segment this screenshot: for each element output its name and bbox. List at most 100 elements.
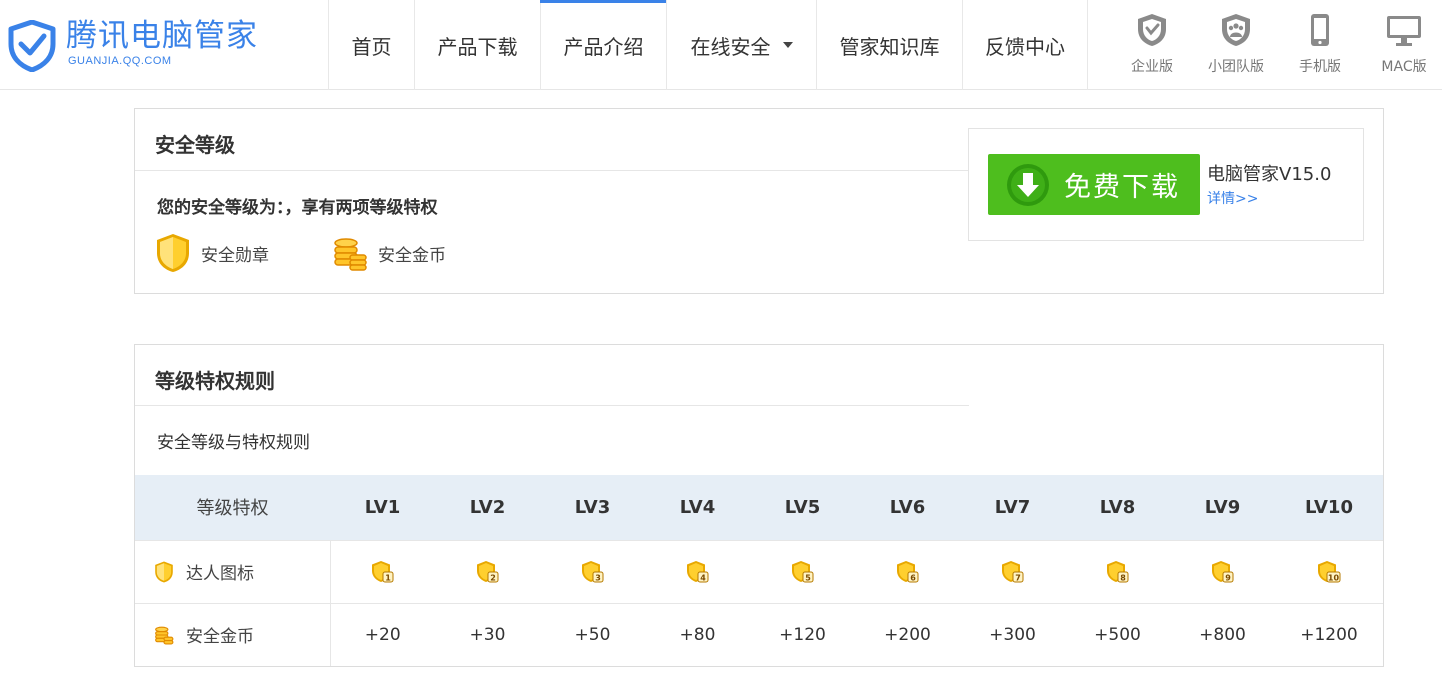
header-level: LV5 bbox=[784, 496, 821, 518]
edition-mac-label: MAC版 bbox=[1381, 59, 1427, 75]
perk-medal-label: 安全勋章 bbox=[201, 245, 269, 266]
badge-row: 达人图标 1 2 3 4 5 6 7 8 9 10 bbox=[135, 540, 1383, 603]
monitor-icon bbox=[1387, 16, 1421, 46]
coins-icon bbox=[155, 626, 174, 645]
coin-value-cell: +50 bbox=[574, 624, 611, 645]
level-badge-icon: 8 bbox=[1106, 560, 1128, 582]
level-badge-icon: 5 bbox=[791, 560, 813, 582]
nav-online-security-label: 在线安全 bbox=[690, 34, 771, 59]
level-badge-cell: 5 bbox=[750, 540, 855, 603]
medal-icon bbox=[155, 561, 173, 582]
level-badge-cell: 3 bbox=[540, 540, 645, 603]
coin-value-cell: +800 bbox=[1199, 624, 1246, 645]
edition-team[interactable]: 小团队版 bbox=[1194, 12, 1278, 76]
nav-download[interactable]: 产品下载 bbox=[414, 0, 540, 90]
header-level: LV7 bbox=[994, 496, 1031, 518]
level-badge-icon: 3 bbox=[581, 560, 603, 582]
nav-home[interactable]: 首页 bbox=[328, 0, 414, 90]
coin-value-cell: +500 bbox=[1094, 624, 1141, 645]
header-privilege: 等级特权 bbox=[196, 498, 269, 520]
level-badge-icon: 9 bbox=[1211, 560, 1233, 582]
logo-subtitle: GUANJIA.QQ.COM bbox=[68, 55, 172, 67]
medal-icon bbox=[157, 234, 189, 272]
level-badge-number: 6 bbox=[910, 573, 916, 582]
security-level-panel: 安全等级 您的安全等级为：，享有两项等级特权 安全勋章 安全金币 免费下载 电脑… bbox=[134, 108, 1384, 294]
nav-product-intro[interactable]: 产品介绍 bbox=[540, 0, 666, 90]
nav-download-label: 产品下载 bbox=[437, 34, 518, 59]
edition-team-label: 小团队版 bbox=[1208, 59, 1264, 75]
phone-icon bbox=[1311, 14, 1329, 46]
edition-mobile-label: 手机版 bbox=[1299, 59, 1341, 75]
nav-online-security[interactable]: 在线安全 bbox=[666, 0, 816, 90]
level-badge-number: 2 bbox=[490, 573, 496, 582]
coin-value-cell: +300 bbox=[989, 624, 1036, 645]
download-box: 免费下载 电脑管家V15.0 详情>> bbox=[968, 128, 1364, 241]
edition-mobile[interactable]: 手机版 bbox=[1278, 12, 1362, 76]
coin-value-cell: +80 bbox=[679, 624, 716, 645]
free-download-label: 免费下载 bbox=[1064, 172, 1180, 203]
table-header-row: 等级特权 LV1 LV2 LV3 LV4 LV5 LV6 LV7 LV8 LV9… bbox=[135, 475, 1383, 540]
level-badge-icon: 6 bbox=[896, 560, 918, 582]
nav-feedback-label: 反馈中心 bbox=[985, 34, 1065, 59]
edition-mac[interactable]: MAC版 bbox=[1362, 12, 1442, 76]
nav-knowledge-base-label: 管家知识库 bbox=[839, 34, 940, 59]
nav-knowledge-base[interactable]: 管家知识库 bbox=[816, 0, 962, 90]
level-badge-number: 10 bbox=[1328, 573, 1340, 582]
perk-medal: 安全勋章 bbox=[155, 233, 269, 273]
coins-row-header: 安全金币 bbox=[135, 603, 331, 666]
edition-enterprise[interactable]: 企业版 bbox=[1110, 12, 1194, 76]
badge-row-label: 达人图标 bbox=[186, 564, 254, 584]
caret-down-icon bbox=[782, 42, 793, 48]
edition-enterprise-label: 企业版 bbox=[1131, 59, 1173, 75]
logo-title: 腾讯电脑管家 bbox=[66, 18, 258, 54]
coin-value-cell: +20 bbox=[364, 624, 401, 645]
download-version: 电脑管家V15.0 bbox=[1207, 164, 1332, 185]
header-level: LV9 bbox=[1204, 496, 1241, 518]
edition-links: 企业版 小团队版 手机版 MAC版 bbox=[1110, 12, 1442, 76]
level-badge-cell: 2 bbox=[435, 540, 540, 603]
perk-coins: 安全金币 bbox=[332, 233, 446, 273]
coin-value-cell: +1200 bbox=[1300, 624, 1358, 645]
level-badge-number: 1 bbox=[385, 573, 391, 582]
coin-value-cell: +120 bbox=[779, 624, 826, 645]
level-badge-cell: 10 bbox=[1275, 540, 1383, 603]
level-badge-number: 4 bbox=[700, 573, 706, 582]
level-badge-number: 5 bbox=[805, 573, 811, 582]
security-level-text: 您的安全等级为：，享有两项等级特权 bbox=[157, 198, 438, 218]
level-badge-cell: 1 bbox=[330, 540, 435, 603]
title-divider bbox=[135, 405, 969, 406]
badge-row-header: 达人图标 bbox=[135, 540, 331, 603]
header-level: LV1 bbox=[364, 496, 401, 518]
main-nav: 首页 产品下载 产品介绍 在线安全 管家知识库 反馈中心 bbox=[328, 0, 1088, 90]
nav-product-intro-label: 产品介绍 bbox=[563, 34, 644, 59]
download-detail-link[interactable]: 详情>> bbox=[1207, 188, 1258, 208]
shield-check-icon bbox=[8, 20, 56, 72]
level-badge-cell: 6 bbox=[855, 540, 960, 603]
coin-value-cell: +30 bbox=[469, 624, 506, 645]
coins-icon bbox=[334, 238, 367, 271]
enterprise-shield-icon bbox=[1138, 14, 1166, 46]
header-level: LV8 bbox=[1099, 496, 1136, 518]
header-level: LV6 bbox=[889, 496, 926, 518]
free-download-button[interactable]: 免费下载 bbox=[988, 154, 1200, 215]
header-level: LV2 bbox=[469, 496, 506, 518]
level-badge-number: 7 bbox=[1015, 573, 1021, 582]
site-logo[interactable]: 腾讯电脑管家 GUANJIA.QQ.COM bbox=[8, 16, 268, 74]
title-divider bbox=[135, 170, 969, 171]
level-badge-cell: 4 bbox=[645, 540, 750, 603]
coins-row-label: 安全金币 bbox=[186, 627, 254, 648]
level-rules-title: 等级特权规则 bbox=[155, 369, 275, 393]
level-rules-subtitle: 安全等级与特权规则 bbox=[157, 433, 310, 453]
header-level: LV3 bbox=[574, 496, 611, 518]
level-rules-table: 等级特权 LV1 LV2 LV3 LV4 LV5 LV6 LV7 LV8 LV9… bbox=[135, 475, 1383, 666]
nav-feedback[interactable]: 反馈中心 bbox=[962, 0, 1088, 90]
coin-value-cell: +200 bbox=[884, 624, 931, 645]
nav-home-label: 首页 bbox=[351, 34, 392, 59]
level-badge-icon: 1 bbox=[371, 560, 394, 582]
coins-row: 安全金币 +20 +30 +50 +80 +120 +200 +300 +500… bbox=[135, 603, 1383, 666]
site-header: 腾讯电脑管家 GUANJIA.QQ.COM 首页 产品下载 产品介绍 在线安全 … bbox=[0, 0, 1442, 90]
level-rules-panel: 等级特权规则 安全等级与特权规则 等级特权 LV1 LV2 LV3 LV4 LV… bbox=[134, 344, 1384, 667]
level-badge-number: 3 bbox=[595, 573, 601, 582]
level-badge-icon: 7 bbox=[1001, 560, 1023, 582]
level-badge-icon: 4 bbox=[686, 560, 708, 582]
